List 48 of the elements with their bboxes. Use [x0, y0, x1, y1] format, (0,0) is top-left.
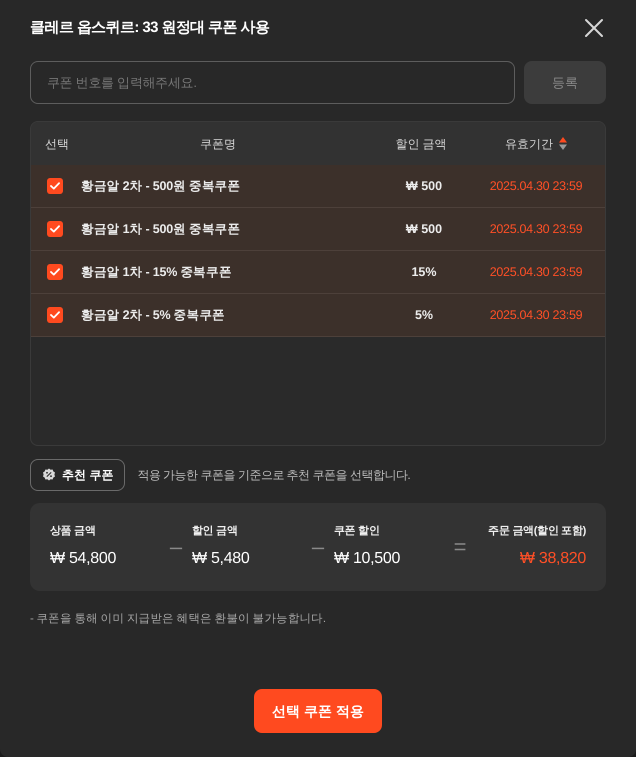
- summary-label: 할인 금액: [192, 524, 238, 539]
- coupon-name: 황금알 1차 - 500원 중복쿠폰: [81, 220, 240, 238]
- total-amount: ₩ 38,820: [520, 549, 586, 570]
- close-button[interactable]: [584, 18, 604, 38]
- summary-amount: ₩ 54,800: [50, 549, 116, 570]
- discount-amount: 15%: [411, 264, 437, 281]
- expiry-date: 2025.04.30 23:59: [490, 306, 582, 324]
- coupon-row[interactable]: 황금알 2차 - 5% 중복쿠폰 5% 2025.04.30 23:59: [31, 294, 605, 337]
- coupon-name: 황금알 2차 - 5% 중복쿠폰: [81, 306, 225, 324]
- checkbox[interactable]: [47, 307, 63, 323]
- discount-amount: ₩ 500: [406, 220, 442, 238]
- coupon-row[interactable]: 황금알 1차 - 500원 중복쿠폰 ₩ 500 2025.04.30 23:59: [31, 208, 605, 251]
- check-icon: [50, 268, 60, 276]
- checkbox[interactable]: [47, 221, 63, 237]
- column-header: 할인 금액: [395, 136, 447, 152]
- check-icon: [50, 182, 60, 190]
- summary-amount: ₩ 10,500: [334, 549, 400, 570]
- dialog-title: 클레르 옵스퀴르: 33 원정대 쿠폰 사용: [30, 18, 270, 38]
- operator-sign: –: [170, 536, 182, 558]
- discount-amount: ₩ 500: [406, 178, 442, 195]
- column-header: 선택: [45, 136, 69, 152]
- operator-sign: =: [454, 536, 466, 558]
- checkbox[interactable]: [47, 264, 63, 280]
- close-icon: [584, 18, 604, 38]
- coupon-code-field[interactable]: 쿠폰 번호를 입력해주세요.: [30, 61, 515, 104]
- refund-notice: - 쿠폰을 통해 이미 지급받은 혜택은 환불이 불가능합니다.: [30, 612, 327, 627]
- column-header: 쿠폰명: [200, 136, 236, 152]
- coupon-row[interactable]: 황금알 2차 - 500원 중복쿠폰 ₩ 500 2025.04.30 23:59: [31, 165, 605, 208]
- summary-label: 쿠폰 할인: [334, 524, 380, 539]
- recommend-description: 적용 가능한 쿠폰을 기준으로 추천 쿠폰을 선택합니다.: [137, 467, 410, 484]
- percent-badge-icon: [42, 468, 56, 482]
- recommend-coupon-button[interactable]: 추천 쿠폰: [30, 459, 126, 491]
- summary-amount: ₩ 5,480: [192, 549, 250, 570]
- expiry-date: 2025.04.30 23:59: [490, 264, 582, 281]
- checkbox[interactable]: [47, 178, 63, 194]
- expiry-date: 2025.04.30 23:59: [490, 178, 582, 195]
- expiry-date: 2025.04.30 23:59: [490, 220, 582, 238]
- coupon-row[interactable]: 황금알 1차 - 15% 중복쿠폰 15% 2025.04.30 23:59: [31, 251, 605, 294]
- summary-label: 상품 금액: [50, 524, 96, 539]
- column-header[interactable]: 유효기간: [505, 134, 553, 152]
- check-icon: [50, 225, 60, 233]
- coupon-name: 황금알 2차 - 500원 중복쿠폰: [81, 178, 240, 195]
- check-icon: [50, 311, 60, 319]
- sort-icon[interactable]: [559, 137, 567, 150]
- operator-sign: –: [312, 536, 324, 558]
- coupon-name: 황금알 1차 - 15% 중복쿠폰: [81, 264, 232, 281]
- summary-label: 주문 금액(할인 포함): [488, 524, 586, 539]
- discount-amount: 5%: [414, 306, 434, 324]
